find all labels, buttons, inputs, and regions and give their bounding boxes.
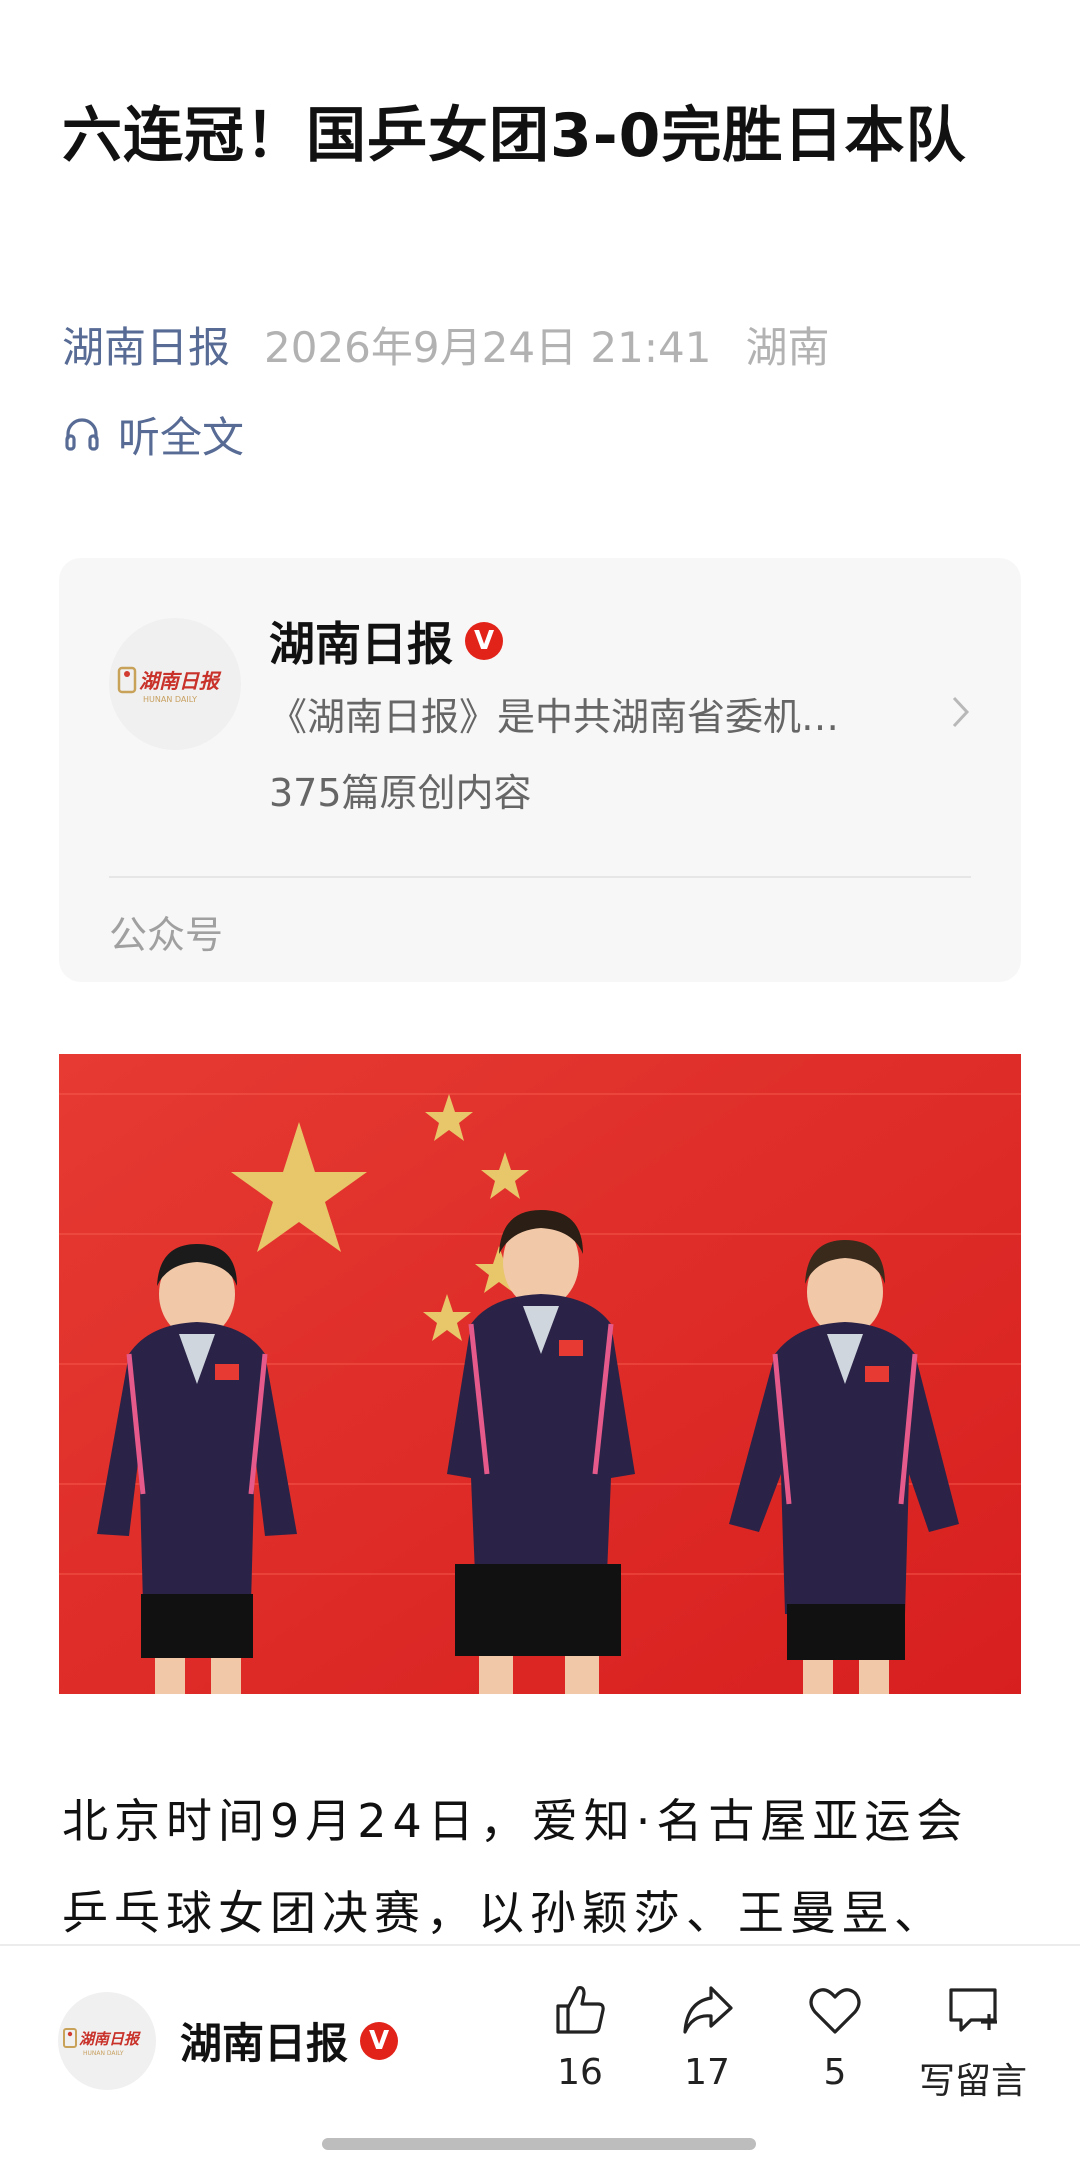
- bottom-verified-badge-icon: V: [360, 2021, 399, 2060]
- share-count: 17: [684, 2052, 730, 2093]
- article-photo[interactable]: [59, 1054, 1021, 1694]
- account-avatar: 湖南日报 HUNAN DAILY: [109, 618, 241, 750]
- listen-full-text-button[interactable]: 听全文: [62, 402, 244, 466]
- comment-label: 写留言: [918, 2061, 1027, 2102]
- svg-text:HUNAN DAILY: HUNAN DAILY: [143, 695, 197, 704]
- account-type-label: 公众号: [109, 913, 224, 957]
- account-card[interactable]: 湖南日报 HUNAN DAILY 湖南日报 V 《湖南日报》是中共湖南省委机… …: [59, 558, 1021, 982]
- original-content-count: 375篇原创内容: [269, 771, 532, 815]
- verified-badge-icon: V: [465, 622, 503, 660]
- bottom-account-avatar[interactable]: 湖南日报 HUNAN DAILY: [58, 1992, 156, 2090]
- article-title: 六连冠！国乒女团3-0完胜日本队: [62, 101, 967, 171]
- account-name-text: 湖南日报: [269, 617, 453, 671]
- svg-text:湖南日报: 湖南日报: [139, 669, 222, 693]
- favorite-button[interactable]: 5: [780, 1980, 890, 2093]
- chevron-right-icon: [952, 696, 970, 728]
- comment-plus-icon: [949, 1988, 997, 2032]
- svg-text:湖南日报: 湖南日报: [79, 2030, 141, 2048]
- body-line-1: 北京时间9月24日，爱知·名古屋亚运会: [62, 1794, 969, 1848]
- like-button[interactable]: 16: [525, 1980, 635, 2093]
- thumbs-up-icon: [556, 1986, 605, 2034]
- bottom-account-name-text: 湖南日报: [180, 2019, 349, 2068]
- hunan-daily-logo-small: 湖南日报 HUNAN DAILY: [63, 2028, 141, 2057]
- listen-label: 听全文: [118, 412, 245, 462]
- article-meta: 湖南日报 2026年9月24日 21:41 湖南: [62, 312, 829, 376]
- article-date: 2026年9月24日 21:41: [264, 322, 712, 372]
- account-name: 湖南日报 V: [269, 608, 503, 674]
- heart-icon: [809, 1988, 861, 2034]
- home-indicator[interactable]: [322, 2138, 756, 2150]
- favorite-count: 5: [823, 2052, 847, 2093]
- bottom-account-name[interactable]: 湖南日报 V: [180, 2010, 399, 2071]
- article-body: 北京时间9月24日，爱知·名古屋亚运会 乒乓球女团决赛，以孙颖莎、王曼昱、: [62, 1775, 1022, 1959]
- write-comment-button[interactable]: 写留言: [908, 1980, 1038, 2104]
- like-count: 16: [557, 2052, 603, 2093]
- article-location: 湖南: [745, 322, 830, 372]
- share-button[interactable]: 17: [652, 1980, 762, 2093]
- card-divider: [109, 876, 971, 878]
- headphones-icon: [65, 418, 99, 451]
- article-source-link[interactable]: 湖南日报: [62, 314, 230, 375]
- svg-text:HUNAN DAILY: HUNAN DAILY: [83, 2050, 124, 2057]
- share-arrow-icon: [683, 1986, 733, 2034]
- team-podium-image: [59, 1054, 1021, 1694]
- hunan-daily-logo: 湖南日报 HUNAN DAILY: [117, 666, 222, 704]
- account-description: 《湖南日报》是中共湖南省委机…: [269, 695, 840, 739]
